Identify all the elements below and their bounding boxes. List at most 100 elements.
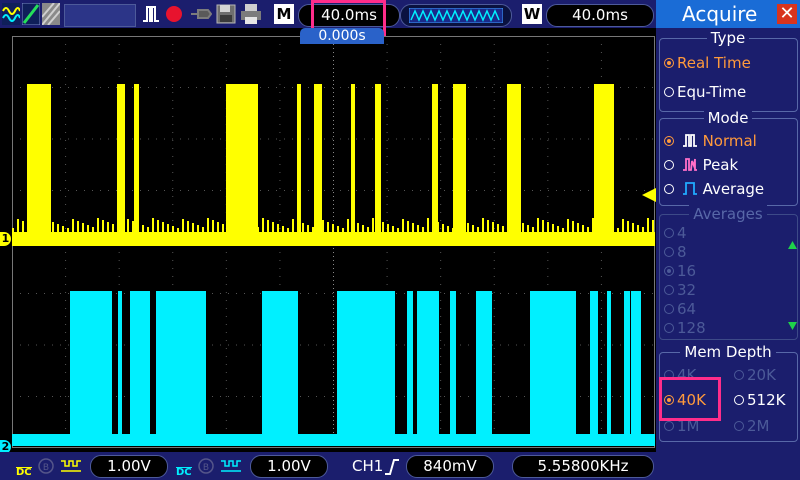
ch1-noise-spike — [487, 220, 489, 232]
ch1-noise-spike — [422, 227, 424, 232]
ch1-noise-spike — [17, 219, 19, 232]
ch1-noise-spike — [262, 218, 264, 232]
ch1-noise-spike — [397, 228, 399, 232]
ch2-burst — [262, 291, 298, 441]
ch1-noise-spike — [527, 225, 529, 232]
ch1-noise-spike — [477, 227, 479, 232]
mem-depth-heading: Mem Depth — [656, 343, 800, 361]
ch1-burst — [314, 84, 322, 244]
ch1-noise-spike — [567, 219, 569, 232]
ch1-noise-spike — [347, 219, 349, 232]
memory-window-indicator[interactable] — [400, 4, 512, 27]
averages-option-32[interactable]: 32 — [664, 281, 696, 299]
ch1-noise-spike — [332, 224, 334, 232]
ch1-noise-spike — [337, 226, 339, 232]
ch1-noise-spike — [272, 222, 274, 232]
print-icon[interactable] — [240, 3, 262, 25]
menu-title: Acquire ✕ — [656, 0, 800, 28]
ch1-noise-spike — [282, 226, 284, 232]
ch2-coupling[interactable]: DC — [176, 458, 192, 478]
ch1-noise-spike — [447, 226, 449, 232]
scroll-up-icon[interactable] — [788, 241, 797, 249]
mem-depth-option-20k[interactable]: 20K — [734, 366, 776, 384]
mode-option-peak[interactable]: Peak — [664, 156, 738, 174]
ch2-burst — [118, 291, 122, 441]
averages-option-128[interactable]: 128 — [664, 319, 706, 337]
ch1-noise-spike — [382, 222, 384, 232]
ch1-noise-spike — [202, 227, 204, 232]
ch1-noise-spike — [57, 224, 59, 232]
mode-option-average[interactable]: Average — [664, 180, 764, 198]
scroll-down-icon[interactable] — [788, 322, 797, 330]
probe-icon[interactable] — [190, 3, 212, 25]
rising-edge-icon[interactable] — [384, 458, 400, 476]
close-icon[interactable]: ✕ — [777, 4, 797, 24]
ch1-noise-spike — [652, 220, 654, 232]
ch1-noise-spike — [412, 223, 414, 232]
ch1-burst — [507, 84, 521, 244]
ch1-noise-spike — [277, 224, 279, 232]
ch2-burst — [590, 291, 598, 441]
trigger-source[interactable]: CH1 — [352, 456, 383, 477]
averages-option-16[interactable]: 16 — [664, 262, 696, 280]
ch1-noise-spike — [92, 227, 94, 232]
ch1-noise-spike — [622, 219, 624, 232]
ch1-noise-spike — [22, 221, 24, 232]
mode-option-normal[interactable]: Normal — [664, 132, 757, 150]
record-icon[interactable] — [164, 3, 184, 25]
ch1-noise-spike — [157, 220, 159, 232]
ch1-noise-spike — [142, 225, 144, 232]
memory-waveform-icon — [409, 8, 503, 23]
type-option-real-time[interactable]: Real Time — [664, 54, 751, 72]
ch1-noise-spike — [387, 224, 389, 232]
ch1-noise-spike — [292, 219, 294, 232]
ch1-scale[interactable]: 1.00V — [90, 455, 168, 478]
ch2-invert-icon — [221, 460, 241, 472]
mem-depth-option-512k[interactable]: 512K — [734, 391, 785, 409]
mem-depth-highlight — [659, 377, 721, 421]
ch1-noise-spike — [182, 219, 184, 232]
vector-display-icon[interactable] — [22, 3, 40, 25]
ch1-noise-spike — [417, 225, 419, 232]
ch1-noise-spike — [162, 222, 164, 232]
ch2-burst — [450, 291, 456, 441]
ch1-ground-marker[interactable]: 1 — [0, 232, 11, 246]
ch1-noise-spike — [97, 218, 99, 232]
ch1-noise-spike — [112, 224, 114, 232]
averages-option-64[interactable]: 64 — [664, 300, 696, 318]
ch1-noise-spike — [152, 218, 154, 232]
ch1-noise-spike — [132, 221, 134, 232]
ch1-noise-spike — [492, 222, 494, 232]
averages-option-8[interactable]: 8 — [664, 243, 687, 261]
averages-option-4[interactable]: 4 — [664, 224, 687, 242]
ch1-coupling[interactable]: DC — [16, 458, 32, 478]
ch1-noise-spike — [12, 228, 14, 232]
ch1-noise-spike — [167, 224, 169, 232]
ch2-scale[interactable]: 1.00V — [250, 455, 328, 478]
waveform-display-icon[interactable] — [2, 3, 20, 25]
ch1-noise-spike — [427, 218, 429, 232]
trigger-level[interactable]: 840mV — [406, 455, 494, 478]
ch1-burst — [297, 84, 301, 244]
ch2-burst — [624, 291, 630, 441]
ch1-noise-spike — [647, 218, 649, 232]
ch2-burst — [156, 291, 206, 441]
window-timebase-label: W — [522, 4, 542, 24]
ch1-noise-spike — [442, 224, 444, 232]
save-icon[interactable] — [216, 3, 236, 25]
bottom-status-bar: DC B 1.00V DC B 1.00V CH1 840mV 5.55800K… — [0, 452, 656, 480]
ch1-noise-spike — [222, 224, 224, 232]
ch1-noise-spike — [482, 218, 484, 232]
ch1-noise-spike — [307, 225, 309, 232]
trigger-level-marker[interactable] — [642, 188, 656, 202]
ch1-noise-spike — [472, 225, 474, 232]
mem-depth-option-2m[interactable]: 2M — [734, 417, 770, 435]
window-timebase-value[interactable]: 40.0ms — [546, 4, 654, 27]
ch2-burst — [130, 291, 150, 441]
waveform-area[interactable] — [12, 36, 655, 448]
type-option-equ-time[interactable]: Equ-Time — [664, 83, 746, 101]
persistence-icon[interactable] — [42, 3, 60, 25]
ch1-noise-spike — [582, 225, 584, 232]
ch1-noise-spike — [302, 223, 304, 232]
ch2-burst — [417, 291, 439, 441]
